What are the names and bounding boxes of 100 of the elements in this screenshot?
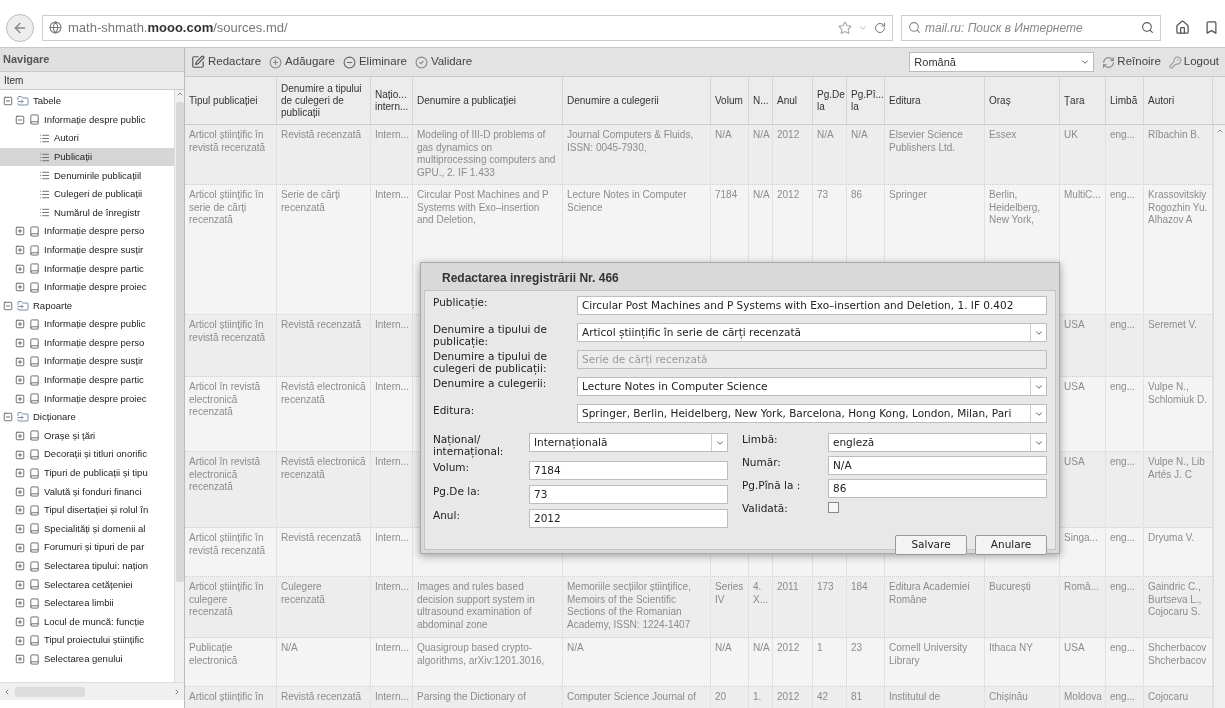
tree-item[interactable]: Dicționare [0, 408, 174, 427]
expand-icon[interactable] [15, 282, 25, 293]
expand-icon[interactable] [15, 598, 25, 609]
text-field[interactable]: Circular Post Machines and P Systems with Exo–insertion and Deletion, 1. IF 0.402 [577, 296, 1047, 315]
tree-item[interactable]: Culegeri de publicații [0, 184, 174, 204]
reload-icon[interactable] [874, 21, 886, 34]
column-header[interactable]: Tipul publicației [189, 94, 258, 107]
column-header[interactable]: Volum [715, 94, 743, 107]
column-header[interactable]: Anul [777, 94, 797, 107]
tree-item[interactable]: Numărul de înregistr [0, 203, 174, 223]
collapse-icon[interactable] [3, 412, 13, 423]
column-header[interactable]: Țara [1064, 94, 1085, 107]
tree-item[interactable]: Informație despre perso [0, 222, 174, 241]
address-bar[interactable]: math-shmath.mooo.com/sources.md/ [42, 14, 893, 41]
dropdown[interactable]: Articol științific în serie de cărți recenzată [577, 323, 1047, 342]
star-icon[interactable] [838, 20, 852, 35]
tree-item[interactable]: Locul de muncă: funcție [0, 612, 174, 632]
toolbar-button[interactable]: Redactare [191, 53, 262, 71]
dialog-button[interactable]: Anulare [975, 535, 1047, 555]
expand-icon[interactable] [15, 245, 25, 256]
dropdown[interactable]: Internațională [529, 433, 728, 452]
expand-icon[interactable] [15, 523, 25, 534]
column-header[interactable]: Națio... intern... [375, 88, 409, 113]
expand-icon[interactable] [15, 654, 25, 665]
tree-item[interactable]: Specialități și domenii al [0, 519, 174, 539]
expand-icon[interactable] [15, 319, 25, 330]
column-header[interactable]: Denumire a tipului de culegeri de publicații [281, 82, 366, 119]
tree-item[interactable]: Tipul proiectului științific [0, 631, 174, 650]
tree-item[interactable]: Selectarea limbii [0, 594, 174, 613]
tree-item[interactable]: Informație despre public [0, 315, 174, 334]
collapse-icon[interactable] [15, 114, 25, 125]
tree-item[interactable]: Selectarea genului [0, 649, 174, 669]
toolbar-button[interactable]: Eliminare [342, 53, 407, 71]
toolbar-button[interactable]: Logout [1168, 53, 1219, 71]
back-button[interactable] [6, 13, 34, 42]
expand-icon[interactable] [15, 226, 25, 237]
expand-icon[interactable] [15, 468, 25, 479]
home-icon[interactable] [1175, 20, 1190, 35]
column-header[interactable]: Denumire a culegerii [567, 94, 659, 107]
tree-item[interactable]: Informație despre susțir [0, 240, 174, 260]
toolbar-button[interactable]: Reînoire [1102, 53, 1161, 71]
expand-icon[interactable] [15, 635, 25, 646]
column-header[interactable]: Limbă [1110, 94, 1138, 107]
column-header[interactable]: Pg.De la [817, 88, 845, 113]
expand-icon[interactable] [15, 561, 25, 572]
text-field[interactable]: 73 [529, 485, 728, 504]
column-header[interactable]: Oraș [989, 94, 1011, 107]
tree-item[interactable]: Rapoarte [0, 296, 174, 316]
text-field[interactable]: 2012 [529, 509, 728, 528]
column-header[interactable]: N... [753, 94, 769, 107]
toolbar-button[interactable]: Adăugare [269, 53, 335, 71]
expand-icon[interactable] [15, 431, 25, 441]
collapse-icon[interactable] [3, 96, 13, 107]
collapse-icon[interactable] [3, 300, 13, 311]
tree-item[interactable]: Informație despre partic [0, 259, 174, 278]
dropdown[interactable]: engleză [828, 433, 1047, 452]
tree-item[interactable]: Informație despre proiec [0, 389, 174, 409]
column-header[interactable]: Autori [1148, 94, 1175, 107]
bookmark-icon[interactable] [1204, 20, 1219, 35]
tree-item[interactable]: Denumirile publicațiil [0, 166, 174, 185]
column-header[interactable]: Denumire a publicației [417, 94, 516, 107]
tree-item[interactable]: Orașe și țări [0, 426, 174, 446]
expand-icon[interactable] [15, 338, 25, 348]
tree-item[interactable]: Autori [0, 129, 174, 148]
expand-icon[interactable] [15, 375, 25, 386]
vertical-scrollbar[interactable] [1213, 125, 1225, 708]
column-header[interactable]: Editura [889, 94, 921, 107]
tree-item[interactable]: Forumuri și tipuri de par [0, 538, 174, 557]
checkbox[interactable] [828, 502, 839, 513]
expand-icon[interactable] [15, 486, 25, 497]
expand-icon[interactable] [15, 263, 25, 274]
expand-icon[interactable] [15, 542, 25, 553]
text-field[interactable]: 7184 [529, 461, 728, 480]
tree-item[interactable]: Informație despre perso [0, 333, 174, 353]
tree-item[interactable]: Tabele [0, 92, 174, 111]
language-dropdown[interactable]: Română [909, 52, 1095, 72]
dropdown[interactable]: Springer, Berlin, Heidelberg, New York, Barcelona, Hong Kong, London, Milan, Pari [577, 404, 1047, 423]
horizontal-scrollbar[interactable] [0, 682, 184, 700]
tree-item[interactable]: Informație despre public [0, 110, 174, 130]
tree-item[interactable]: Selectarea cetățeniei [0, 575, 174, 595]
scroll-up-icon[interactable] [175, 90, 184, 98]
column-header[interactable]: Pg.Pî... la [851, 88, 884, 113]
search-icon[interactable] [1141, 21, 1154, 34]
dropdown[interactable]: Lecture Notes in Computer Science [577, 377, 1047, 396]
tree-item[interactable]: Valută și fonduri financi [0, 482, 174, 502]
scroll-up-icon[interactable] [1215, 127, 1224, 135]
tree-item[interactable]: Informație despre susțir [0, 352, 174, 371]
scroll-left-icon[interactable] [3, 687, 11, 696]
tree-item[interactable]: Informație despre proiec [0, 277, 174, 297]
expand-icon[interactable] [15, 579, 25, 590]
tree-item[interactable]: Tipul disertației și rolul în [0, 501, 174, 520]
tree-item[interactable]: Publicații [0, 147, 174, 167]
expand-icon[interactable] [15, 616, 25, 627]
tree-item[interactable]: Decorații și titluri onorific [0, 445, 174, 464]
tree-item[interactable]: Tipuri de publicații și tipu [0, 463, 174, 483]
vertical-scrollbar[interactable] [174, 90, 184, 682]
tree-item[interactable]: Selectarea tipului: națion [0, 556, 174, 576]
expand-icon[interactable] [15, 449, 25, 460]
tree-item[interactable]: Informație despre partic [0, 370, 174, 390]
expand-icon[interactable] [15, 505, 25, 516]
